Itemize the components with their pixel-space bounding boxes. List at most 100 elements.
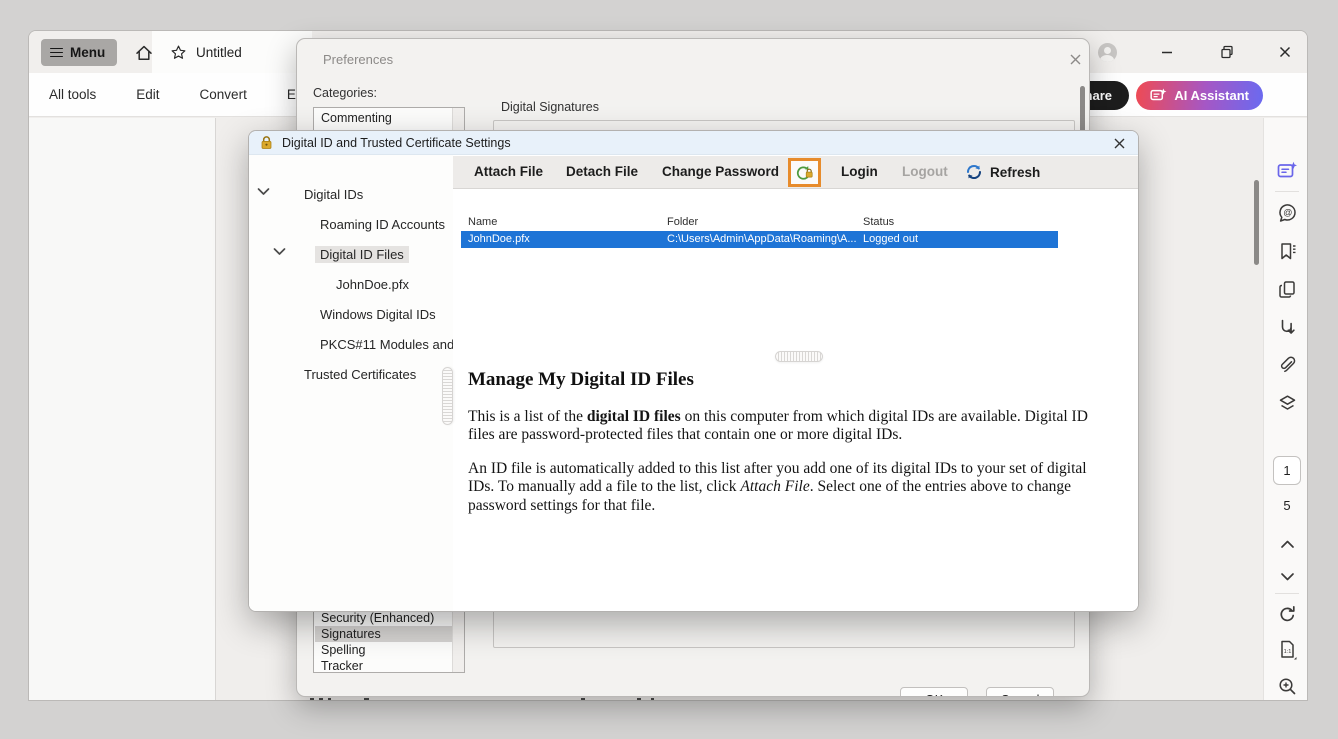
column-status: Status <box>863 216 894 228</box>
close-icon <box>1113 137 1126 150</box>
change-password-button[interactable]: Change Password <box>662 164 779 179</box>
category-item[interactable]: Security (Enhanced) <box>315 610 453 626</box>
document-tab[interactable]: Untitled <box>152 31 312 73</box>
tree-item-trusted-certificates[interactable]: Trusted Certificates <box>249 363 453 385</box>
current-page-input[interactable]: 1 <box>1273 456 1301 485</box>
detach-file-button[interactable]: Detach File <box>566 164 638 179</box>
rotate-icon <box>1277 604 1298 625</box>
clipped-document-text <box>29 698 1262 701</box>
quickbar-item-edit[interactable]: Edit <box>136 87 159 102</box>
u-turn-arrow-button[interactable] <box>1276 316 1298 338</box>
ai-assistant-button[interactable]: AI Assistant <box>1136 81 1263 110</box>
layers-icon <box>1277 393 1298 414</box>
digital-id-dialog: Digital ID and Trusted Certificate Setti… <box>248 130 1139 612</box>
lock-icon <box>259 135 274 150</box>
minimize-button[interactable] <box>1153 38 1181 66</box>
ai-assistant-label: AI Assistant <box>1174 88 1249 103</box>
copy-pages-icon <box>1277 279 1298 300</box>
restore-icon <box>1220 45 1234 59</box>
star-icon <box>170 44 187 61</box>
menu-button-label: Menu <box>70 45 105 60</box>
tree-item-digital-ids[interactable]: Digital IDs <box>249 183 453 205</box>
password-timeout-button[interactable] <box>788 158 821 187</box>
login-button[interactable]: Login <box>841 164 878 179</box>
tree-item-label[interactable]: Digital IDs <box>299 186 368 203</box>
preferences-close-button[interactable] <box>1063 47 1087 71</box>
copy-pages-button[interactable] <box>1276 278 1298 300</box>
sidebar-divider <box>1275 593 1299 594</box>
digital-id-close-button[interactable] <box>1108 132 1130 154</box>
tree-item-roaming-id-accounts[interactable]: Roaming ID Accounts <box>249 213 453 235</box>
quickbar-item-convert[interactable]: Convert <box>200 87 247 102</box>
table-header: Name Folder Status <box>461 214 1058 231</box>
tree-item-label[interactable]: Digital ID Files <box>315 246 409 263</box>
digital-id-tree: Digital IDs Roaming ID Accounts Digital ID… <box>249 155 453 612</box>
tree-item-label[interactable]: Windows Digital IDs <box>315 306 441 323</box>
page-scale-button[interactable]: 1:1 <box>1276 639 1298 661</box>
account-avatar[interactable] <box>1093 38 1121 66</box>
ai-assistant-icon <box>1150 88 1167 103</box>
u-turn-arrow-icon <box>1277 317 1298 338</box>
cell-status: Logged out <box>863 233 918 245</box>
add-comment-icon: @ <box>1277 203 1298 224</box>
next-page-button[interactable] <box>1276 566 1298 588</box>
quickbar-menu: All toolsEditConvertE-Sign <box>49 73 327 116</box>
rotate-page-button[interactable] <box>1276 603 1298 625</box>
svg-text:1:1: 1:1 <box>1283 648 1291 654</box>
chevron-down-icon <box>1280 572 1295 582</box>
tree-item-pkcs-11-modules-and-tokens[interactable]: PKCS#11 Modules and Tokens <box>249 333 453 355</box>
close-icon <box>1069 53 1082 66</box>
tab-title: Untitled <box>196 45 242 60</box>
tree-item-johndoe-pfx[interactable]: JohnDoe.pfx <box>249 273 453 295</box>
tree-item-digital-id-files[interactable]: Digital ID Files <box>249 243 453 265</box>
home-icon <box>134 43 154 63</box>
document-scrollbar-thumb[interactable] <box>1254 180 1259 265</box>
digital-id-dialog-titlebar: Digital ID and Trusted Certificate Setti… <box>249 131 1138 155</box>
attach-file-button[interactable]: Attach File <box>474 164 543 179</box>
category-item[interactable]: Signatures <box>315 626 453 642</box>
layers-button[interactable] <box>1276 392 1298 414</box>
refresh-button[interactable]: Refresh <box>965 163 1040 181</box>
horizontal-splitter-handle[interactable] <box>775 351 823 362</box>
previous-page-button[interactable] <box>1276 533 1298 555</box>
tree-item-windows-digital-ids[interactable]: Windows Digital IDs <box>249 303 453 325</box>
cancel-button[interactable]: Cancel <box>986 687 1054 697</box>
chevron-up-icon <box>1280 539 1295 549</box>
zoom-in-button[interactable] <box>1276 675 1298 697</box>
tree-chevron-down-icon[interactable] <box>257 187 271 201</box>
menu-button[interactable]: Menu <box>41 39 117 66</box>
refresh-icon <box>965 163 983 181</box>
tree-chevron-down-icon[interactable] <box>273 247 287 261</box>
sidebar-divider <box>1275 191 1299 192</box>
manage-paragraph-1: This is a list of the digital ID files o… <box>468 408 1116 445</box>
ai-assistant-panel-icon <box>1277 161 1298 180</box>
tree-item-label[interactable]: JohnDoe.pfx <box>331 276 414 293</box>
quickbar-item-all-tools[interactable]: All tools <box>49 87 96 102</box>
close-window-button[interactable] <box>1271 38 1299 66</box>
category-item[interactable]: Spelling <box>315 642 453 658</box>
category-item[interactable]: Commenting <box>315 110 453 126</box>
document-page <box>29 118 216 701</box>
section-label: Digital Signatures <box>501 100 599 114</box>
restore-button[interactable] <box>1213 38 1241 66</box>
vertical-splitter-handle[interactable] <box>442 367 453 425</box>
refresh-label: Refresh <box>990 165 1040 180</box>
tree-item-label[interactable]: Roaming ID Accounts <box>315 216 450 233</box>
cell-name: JohnDoe.pfx <box>468 233 530 245</box>
avatar-icon <box>1098 43 1117 62</box>
bookmarks-button[interactable] <box>1276 240 1298 262</box>
tree-item-label[interactable]: PKCS#11 Modules and Tokens <box>315 336 453 353</box>
add-comment-button[interactable]: @ <box>1276 202 1298 224</box>
column-name: Name <box>468 216 497 228</box>
attachments-button[interactable] <box>1276 354 1298 376</box>
ok-button[interactable]: OK <box>900 687 968 697</box>
tree-item-label[interactable]: Trusted Certificates <box>299 366 421 383</box>
logout-button[interactable]: Logout <box>902 164 948 179</box>
table-row-selected[interactable]: JohnDoe.pfx C:\Users\Admin\AppData\Roami… <box>461 231 1058 248</box>
password-timeout-icon <box>795 164 814 182</box>
page-scale-icon: 1:1 <box>1277 639 1298 662</box>
category-item[interactable]: Tracker <box>315 658 453 673</box>
ai-assistant-panel-button[interactable] <box>1276 159 1298 181</box>
paperclip-icon <box>1277 355 1298 376</box>
digital-id-content: Attach File Detach File Change Password … <box>453 155 1139 612</box>
